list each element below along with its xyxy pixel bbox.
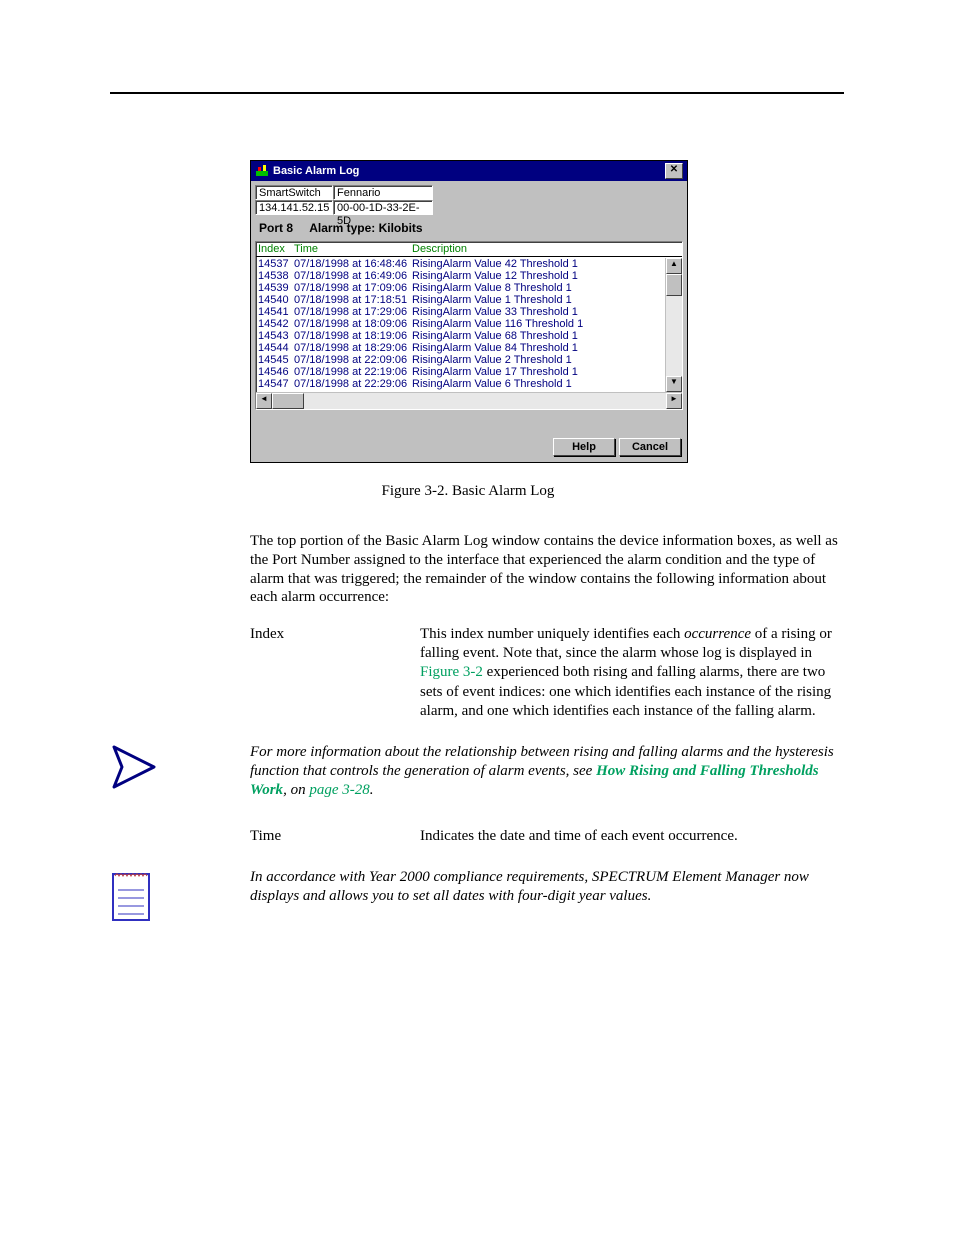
list-item[interactable]: 1453707/18/1998 at 16:48:46RisingAlarm V… — [258, 258, 665, 270]
list-item[interactable]: 1454007/18/1998 at 17:18:51RisingAlarm V… — [258, 294, 665, 306]
y2k-note: In accordance with Year 2000 compliance … — [110, 868, 844, 927]
list-item[interactable]: 1454507/18/1998 at 22:09:06RisingAlarm V… — [258, 354, 665, 366]
list-item[interactable]: 1454207/18/1998 at 18:09:06RisingAlarm V… — [258, 318, 665, 330]
app-icon — [255, 165, 269, 177]
figure-crossref-link[interactable]: Figure 3-2 — [420, 664, 483, 680]
def-desc-time: Indicates the date and time of each even… — [420, 827, 844, 846]
def-term-time: Time — [250, 827, 420, 846]
close-button[interactable]: ✕ — [665, 163, 683, 179]
vertical-scrollbar[interactable]: ▲ ▼ — [665, 258, 682, 392]
col-header-time: Time — [294, 243, 412, 255]
list-item[interactable]: 1453807/18/1998 at 16:49:06RisingAlarm V… — [258, 270, 665, 282]
definition-time: Time Indicates the date and time of each… — [250, 827, 844, 846]
scroll-up-button[interactable]: ▲ — [666, 258, 682, 274]
col-header-description: Description — [412, 243, 680, 255]
port-alarm-type-line: Port 8 Alarm type: Kilobits — [251, 215, 687, 241]
tip-icon — [110, 743, 158, 791]
dialog-titlebar: Basic Alarm Log ✕ — [251, 161, 687, 181]
device-ip-field: 134.141.52.15 — [255, 200, 333, 215]
col-header-index: Index — [258, 243, 294, 255]
def-desc-index: This index number uniquely identifies ea… — [420, 625, 844, 721]
help-button[interactable]: Help — [553, 438, 615, 456]
alarm-list: Index Time Description 1453707/18/1998 a… — [255, 241, 683, 410]
device-contact-field: Fennario — [333, 185, 433, 200]
dialog-title: Basic Alarm Log — [273, 165, 359, 177]
dialog-button-row: Help Cancel — [251, 416, 687, 462]
list-item[interactable]: 1454307/18/1998 at 18:19:06RisingAlarm V… — [258, 330, 665, 342]
intro-paragraph: The top portion of the Basic Alarm Log w… — [250, 532, 844, 607]
port-label: Port 8 — [259, 221, 293, 235]
page-ref-link[interactable]: page 3-28 — [309, 782, 369, 798]
scroll-down-button[interactable]: ▼ — [666, 376, 682, 392]
basic-alarm-log-dialog: Basic Alarm Log ✕ SmartSwitch 134.141.52… — [250, 160, 688, 463]
device-mac-field: 00-00-1D-33-2E-5D — [333, 200, 433, 215]
list-item[interactable]: 1454407/18/1998 at 18:29:06RisingAlarm V… — [258, 342, 665, 354]
scroll-right-button[interactable]: ► — [666, 393, 682, 409]
alarm-type-label: Alarm type: Kilobits — [309, 221, 422, 235]
list-header: Index Time Description — [256, 242, 682, 257]
cancel-button[interactable]: Cancel — [619, 438, 681, 456]
device-name-field: SmartSwitch — [255, 185, 333, 200]
scroll-thumb-vertical[interactable] — [666, 274, 682, 296]
y2k-note-body: In accordance with Year 2000 compliance … — [250, 868, 844, 906]
horizontal-scrollbar[interactable]: ◄ ► — [256, 392, 682, 409]
list-item[interactable]: 1453907/18/1998 at 17:09:06RisingAlarm V… — [258, 282, 665, 294]
definition-index: Index This index number uniquely identif… — [250, 625, 844, 721]
list-item[interactable]: 1454607/18/1998 at 22:19:06RisingAlarm V… — [258, 366, 665, 378]
tip-body: For more information about the relations… — [250, 743, 844, 801]
tip-note: For more information about the relations… — [110, 743, 844, 801]
scroll-left-button[interactable]: ◄ — [256, 393, 272, 409]
list-item[interactable]: 1454107/18/1998 at 17:29:06RisingAlarm V… — [258, 306, 665, 318]
scroll-thumb-horizontal[interactable] — [272, 393, 304, 409]
figure-caption: Figure 3-2. Basic Alarm Log — [250, 483, 686, 500]
figure-dialog: Basic Alarm Log ✕ SmartSwitch 134.141.52… — [250, 160, 844, 463]
header-rule — [110, 92, 844, 94]
notepad-icon — [110, 868, 152, 922]
def-term-index: Index — [250, 625, 420, 721]
device-info-row: SmartSwitch 134.141.52.15 Fennario 00-00… — [251, 181, 687, 215]
list-item[interactable]: 1454707/18/1998 at 22:29:06RisingAlarm V… — [258, 378, 665, 390]
